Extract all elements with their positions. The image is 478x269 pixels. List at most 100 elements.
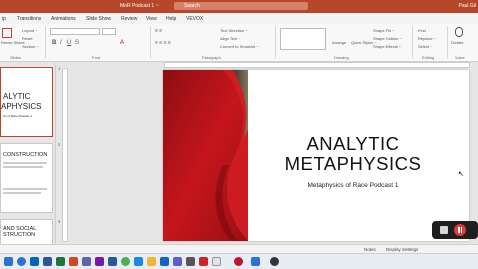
app-icon[interactable] [186, 257, 195, 266]
thumb-3-title-line2: STRUCTION [3, 232, 36, 238]
start-icon[interactable] [4, 257, 13, 266]
red-decor-image [163, 70, 248, 241]
slide-thumbnail-3[interactable]: AND SOCIAL STRUCTION [0, 219, 53, 245]
thumb-2-text-placeholder [3, 166, 43, 168]
divider [150, 26, 151, 58]
divider [45, 26, 46, 58]
group-drawing-label: Drawing [334, 55, 349, 60]
pause-recording-icon[interactable] [454, 224, 466, 236]
current-slide[interactable]: ANALYTIC METAPHYSICS Metaphysics of Race… [163, 70, 469, 241]
text-direction-button[interactable]: Text Direction ~ [220, 28, 248, 33]
select-button[interactable]: Select ~ [418, 44, 433, 49]
zoom-icon[interactable] [173, 257, 182, 266]
bold-icon[interactable]: B [52, 40, 56, 46]
excel-icon[interactable] [56, 257, 65, 266]
slide-title-line1: ANALYTIC [306, 133, 400, 154]
thumbnail-pane[interactable]: ALYTIC APHYSICS ics of Race Podcast 1 CO… [0, 63, 56, 245]
underline-icon[interactable]: U [67, 40, 71, 46]
reset-button[interactable]: Reset [22, 36, 32, 41]
italic-icon[interactable]: I [60, 40, 62, 46]
tab-vevox[interactable]: VEVOX [186, 16, 203, 22]
explorer-icon[interactable] [147, 257, 156, 266]
mail-icon[interactable] [160, 257, 169, 266]
slide-thumbnail-1[interactable]: ALYTIC APHYSICS ics of Race Podcast 1 [0, 67, 53, 137]
section-button[interactable]: Section ~ [22, 44, 39, 49]
onenote-icon[interactable] [95, 257, 104, 266]
tab-transitions[interactable]: Transitions [17, 16, 41, 22]
edge-icon[interactable] [17, 257, 26, 266]
settings-icon[interactable] [251, 257, 260, 266]
tab-review[interactable]: Review [121, 16, 137, 22]
replace-button[interactable]: Replace ~ [418, 36, 436, 41]
tab-slide-show[interactable]: Slide Show [86, 16, 111, 22]
thumb-2-text-placeholder [3, 188, 47, 190]
shape-fill-button[interactable]: Shape Fill ~ [373, 28, 394, 33]
find-button[interactable]: Find [418, 28, 426, 33]
arrange-button[interactable]: Arrange [332, 40, 346, 45]
shape-outline-button[interactable]: Shape Outline ~ [373, 36, 402, 41]
powerpoint-icon[interactable] [69, 257, 78, 266]
document-title[interactable]: MoR Podcast 1 ~ [120, 3, 159, 9]
notepad-icon[interactable] [212, 257, 221, 266]
font-name-dropdown[interactable] [50, 28, 100, 35]
shape-effects-button[interactable]: Shape Effects ~ [373, 44, 401, 49]
tab-help[interactable]: Help [166, 16, 176, 22]
word-icon[interactable] [43, 257, 52, 266]
slide-subtitle[interactable]: Metaphysics of Race Podcast 1 [263, 182, 443, 189]
strikethrough-icon[interactable]: S [75, 40, 79, 46]
group-font-label: Font [92, 55, 101, 60]
search-placeholder: Search [184, 3, 200, 9]
align-icon[interactable]: ≡ ≡ ≡ ≡ [155, 40, 171, 46]
font-size-dropdown[interactable] [102, 28, 116, 35]
horizontal-ruler [164, 62, 470, 68]
slide-number-3: 3 [58, 219, 61, 224]
vertical-ruler [62, 68, 68, 242]
group-slides-label: Slides [10, 55, 21, 60]
teams-icon[interactable] [82, 257, 91, 266]
title-bar: MoR Podcast 1 ~ Search Paul Gil [0, 0, 478, 13]
slide-number-2: 2 [58, 142, 61, 147]
recording-controls [432, 221, 478, 239]
tab-insert[interactable]: ip [2, 16, 6, 22]
thumb-2-text-placeholder [3, 192, 41, 194]
thumb-2-text-placeholder [3, 162, 47, 164]
store-icon[interactable] [134, 257, 143, 266]
ribbon-tabs: ip Transitions Animations Slide Show Rev… [0, 13, 478, 24]
microphone-icon[interactable] [455, 27, 463, 37]
outlook-icon[interactable] [30, 257, 39, 266]
shapes-gallery[interactable] [280, 28, 326, 50]
user-name[interactable]: Paul Gil [458, 3, 476, 9]
convert-smartart-button[interactable]: Convert to SmartArt ~ [220, 44, 259, 49]
chrome-icon[interactable] [121, 257, 130, 266]
thumb-1-title-line2: APHYSICS [1, 102, 42, 111]
align-text-button[interactable]: Align Text ~ [220, 36, 241, 41]
obs-icon[interactable] [270, 257, 279, 266]
group-paragraph-label: Paragraph [202, 55, 221, 60]
word-icon[interactable] [108, 257, 117, 266]
divider [447, 26, 448, 58]
taskbar [0, 253, 478, 269]
reuse-slides-icon[interactable] [2, 28, 12, 38]
slide-thumbnail-2[interactable]: CONSTRUCTION [0, 143, 53, 213]
search-box[interactable]: Search [174, 2, 308, 10]
acrobat-icon[interactable] [199, 257, 208, 266]
dictate-button[interactable]: Dictate [451, 40, 463, 45]
bullets-icon[interactable]: ≡ ≡ [155, 28, 162, 34]
layout-button[interactable]: Layout ~ [22, 28, 37, 33]
stop-recording-icon[interactable] [440, 226, 448, 234]
thumb-2-title: CONSTRUCTION [3, 152, 48, 158]
group-voice-label: Voice [455, 55, 465, 60]
divider [412, 26, 413, 58]
tab-animations[interactable]: Animations [51, 16, 76, 22]
font-color-icon[interactable]: A [120, 40, 124, 46]
thumb-1-subtitle: ics of Race Podcast 1 [3, 114, 33, 118]
notes-button[interactable]: Notes [364, 247, 376, 252]
mouse-cursor-icon: ↖ [458, 171, 464, 178]
slide-title[interactable]: ANALYTIC METAPHYSICS [263, 134, 443, 174]
display-settings-button[interactable]: Display Settings [386, 247, 418, 252]
group-editing-label: Editing [422, 55, 435, 60]
tab-view[interactable]: View [146, 16, 157, 22]
thumb-1-title-line1: ALYTIC [3, 92, 31, 101]
panopto-icon[interactable] [234, 257, 243, 266]
slide-number-1: 1 [58, 66, 61, 71]
